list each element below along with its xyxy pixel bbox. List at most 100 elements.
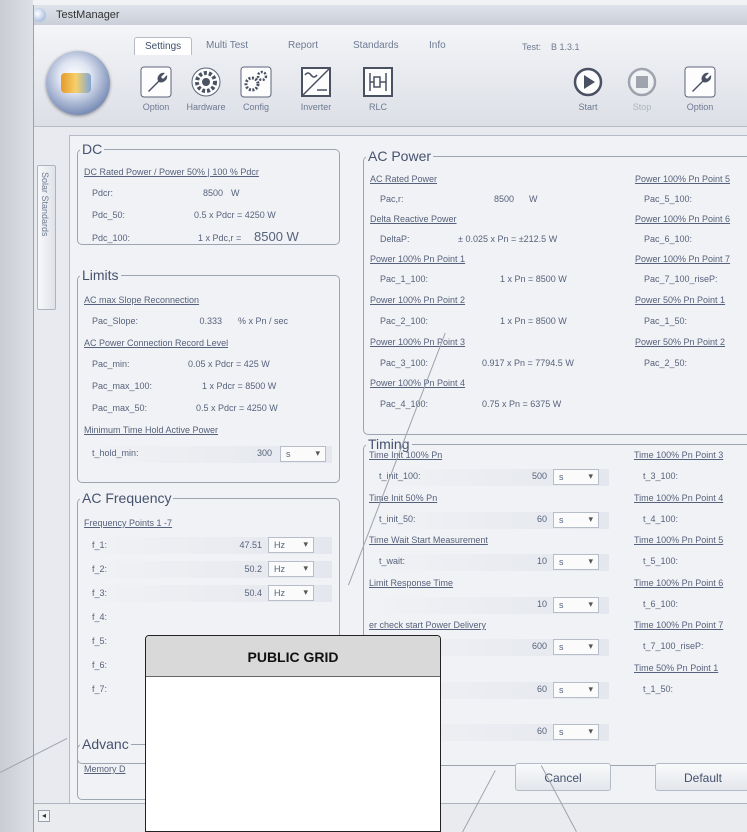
scroll-left-button[interactable]: ◂	[38, 810, 50, 822]
cancel-button[interactable]: Cancel	[515, 763, 611, 791]
f2-unit-select[interactable]: Hz	[268, 561, 314, 577]
hardware-button[interactable]: Hardware	[180, 65, 232, 121]
min-time-hold-link[interactable]: Minimum Time Hold Active Power	[84, 425, 218, 435]
pac2-100-label: Pac_2_100:	[380, 316, 429, 326]
timing-left-unit-select[interactable]: s	[553, 724, 599, 740]
rlc-button[interactable]: RLC	[352, 65, 404, 121]
dc-group: DC DC Rated Power / Power 50% | 100 % Pd…	[77, 141, 340, 245]
timing-right-link[interactable]: Time 100% Pn Point 7	[634, 620, 723, 630]
pdcr-value[interactable]: 8500	[173, 188, 223, 198]
ac-max-slope-link[interactable]: AC max Slope Reconnection	[84, 295, 199, 305]
dc-title: DC	[82, 141, 103, 157]
pac1-50-label: Pac_1_50:	[644, 316, 688, 326]
delta-reactive-power-link[interactable]: Delta Reactive Power	[370, 214, 457, 224]
timing-left-unit-select[interactable]: s	[553, 469, 599, 485]
pac7-100-label: Pac_7_100_riseP:	[644, 274, 718, 284]
tab-multi-test[interactable]: Multi Test	[196, 37, 258, 55]
timing-left-value[interactable]: 500	[503, 471, 547, 481]
rlc-circuit-icon	[363, 67, 393, 97]
power-50-point2-link[interactable]: Power 50% Pn Point 2	[635, 337, 725, 347]
config-gears-icon	[240, 66, 272, 98]
rlc-label: RLC	[368, 102, 387, 112]
ac-rated-power-link[interactable]: AC Rated Power	[370, 174, 437, 184]
f1-unit-select[interactable]: Hz	[268, 537, 314, 553]
f6-label: f_6:	[92, 660, 108, 670]
f3-unit-select[interactable]: Hz	[268, 585, 314, 601]
timing-right-label: t_3_100:	[643, 471, 679, 481]
timing-left-link[interactable]: Time Wait Start Measurement	[369, 535, 488, 545]
timing-right-link[interactable]: Time 100% Pn Point 5	[634, 535, 723, 545]
timing-left-value[interactable]: 10	[503, 599, 547, 609]
start-button[interactable]: Start	[562, 65, 614, 121]
ac-power-connection-link[interactable]: AC Power Connection Record Level	[84, 338, 228, 348]
pdc50-label: Pdc_50:	[92, 210, 126, 220]
stop-label: Stop	[632, 102, 652, 112]
f1-value[interactable]: 47.51	[218, 540, 262, 550]
pac-slope-value[interactable]: 0.333	[178, 316, 222, 326]
default-button[interactable]: Default	[655, 763, 747, 791]
pdc100-label: Pdc_100:	[92, 233, 131, 243]
pac3-100-value: 0.917 x Pn = 7794.5 W	[482, 358, 574, 368]
timing-left-unit-select[interactable]: s	[553, 681, 599, 698]
application-menu-orb[interactable]	[46, 51, 110, 115]
ac-power-group: AC Power AC Rated Power Pac,r: 8500 W De…	[363, 148, 747, 435]
power-100-point7-link[interactable]: Power 100% Pn Point 7	[635, 254, 730, 264]
timing-left-unit-select[interactable]: s	[553, 554, 599, 570]
tab-standards[interactable]: Standards	[343, 37, 409, 55]
limits-title: Limits	[82, 267, 119, 283]
timing-right-link[interactable]: Time 100% Pn Point 3	[634, 450, 723, 460]
f3-value[interactable]: 50.4	[218, 588, 262, 598]
inverter-button[interactable]: Inverter	[290, 65, 342, 121]
app-icon	[34, 8, 46, 22]
frequency-points-link[interactable]: Frequency Points 1 -7	[84, 518, 172, 528]
timing-left-value[interactable]: 10	[503, 556, 547, 566]
option-label: Option	[142, 102, 170, 112]
tab-settings[interactable]: Settings	[134, 37, 193, 55]
timing-right-link[interactable]: Time 100% Pn Point 4	[634, 493, 723, 503]
power-100-point4-link[interactable]: Power 100% Pn Point 4	[370, 378, 465, 388]
timing-right-link[interactable]: Time 100% Pn Point 6	[634, 578, 723, 588]
stop-button[interactable]: Stop	[616, 65, 668, 121]
t-hold-min-unit-select[interactable]: s	[280, 446, 326, 462]
pac-slope-label: Pac_Slope:	[92, 316, 139, 326]
tab-report[interactable]: Report	[278, 37, 328, 55]
power-50-point1-link[interactable]: Power 50% Pn Point 1	[635, 295, 725, 305]
config-button[interactable]: Config	[230, 65, 282, 121]
timing-left-link[interactable]: er check start Power Delivery	[369, 620, 486, 630]
timing-left-link[interactable]: Limit Response Time	[369, 578, 453, 588]
timing-left-label: t_init_100:	[379, 471, 421, 481]
side-tab-label: Solar Standards	[40, 172, 50, 237]
pac2-100-value: 1 x Pn = 8500 W	[500, 316, 567, 326]
timing-left-value[interactable]: 60	[503, 684, 547, 694]
option-button[interactable]: Option	[130, 65, 182, 121]
timing-left-value[interactable]: 60	[503, 726, 547, 736]
limits-group: Limits AC max Slope Reconnection Pac_Slo…	[77, 267, 340, 483]
power-100-point3-link[interactable]: Power 100% Pn Point 3	[370, 337, 465, 347]
pdc50-value: 0.5 x Pdcr = 4250 W	[194, 210, 276, 220]
power-100-point6-link[interactable]: Power 100% Pn Point 6	[635, 214, 730, 224]
pac-min-value: 0.05 x Pdcr = 425 W	[188, 359, 270, 369]
power-100-point2-link[interactable]: Power 100% Pn Point 2	[370, 295, 465, 305]
timing-left-link[interactable]: Time Init 100% Pn	[369, 450, 442, 460]
dc-rated-power-link[interactable]: DC Rated Power / Power 50% | 100 % Pdcr	[84, 167, 259, 177]
option-right-button[interactable]: Option	[674, 65, 726, 121]
pac2-50-label: Pac_2_50:	[644, 358, 688, 368]
timing-left-value[interactable]: 60	[503, 514, 547, 524]
f2-value[interactable]: 50.2	[218, 564, 262, 574]
pacr-value[interactable]: 8500	[464, 194, 514, 204]
tab-info[interactable]: Info	[419, 37, 456, 55]
timing-left-label: t_wait:	[379, 556, 406, 566]
timing-left-value[interactable]: 600	[503, 641, 547, 651]
timing-right-link[interactable]: Time 50% Pn Point 1	[634, 663, 718, 673]
timing-left-unit-select[interactable]: s	[553, 596, 599, 613]
t-hold-min-value[interactable]: 300	[228, 448, 272, 458]
pac5-100-label: Pac_5_100:	[644, 194, 693, 204]
test-label: Test:	[522, 42, 542, 52]
pac4-100-label: Pac_4_100:	[380, 399, 429, 409]
timing-left-unit-select[interactable]: s	[553, 639, 599, 655]
timing-left-unit-select[interactable]: s	[553, 511, 599, 528]
power-100-point1-link[interactable]: Power 100% Pn Point 1	[370, 254, 465, 264]
power-100-point5-link[interactable]: Power 100% Pn Point 5	[635, 174, 730, 184]
solar-standards-side-tab[interactable]: Solar Standards	[37, 165, 56, 310]
memory-link[interactable]: Memory D	[84, 764, 126, 774]
